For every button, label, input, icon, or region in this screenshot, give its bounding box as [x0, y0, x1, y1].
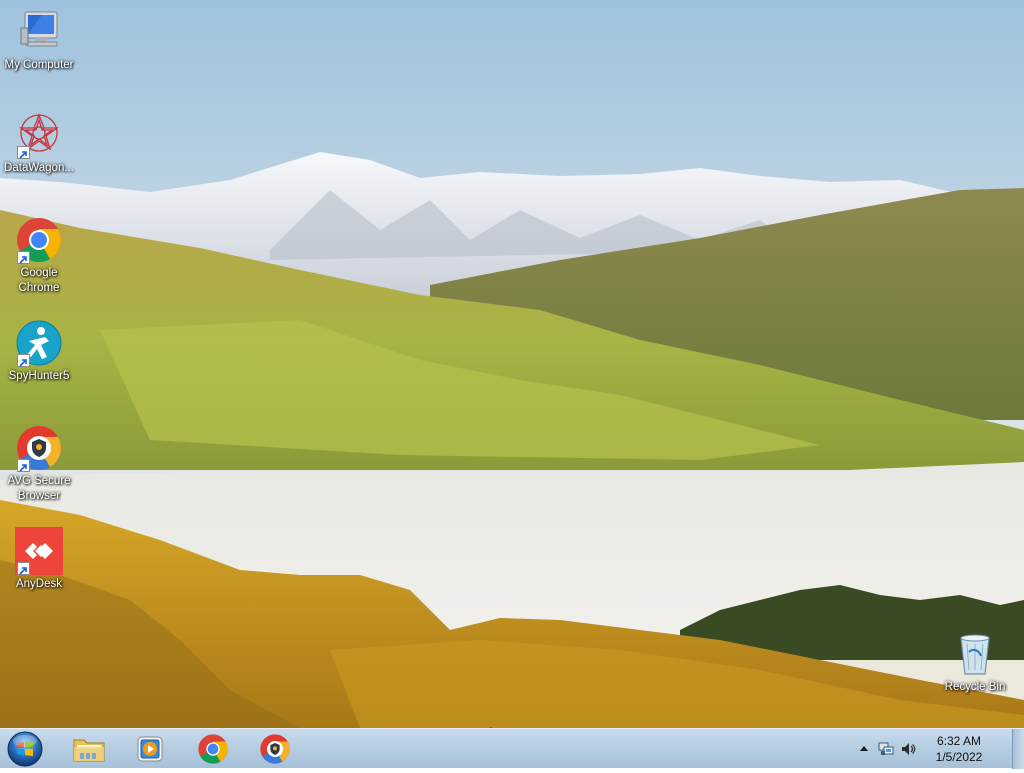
shortcut-arrow-icon	[17, 251, 30, 264]
desktop-icon-label: AVG Secure Browser	[7, 475, 71, 502]
show-desktop-button[interactable]	[1012, 729, 1024, 769]
taskbar-google-chrome-button[interactable]	[185, 731, 241, 767]
desktop[interactable]: My Computer DataWagon... Google Chrome S…	[0, 0, 1024, 728]
desktop-icon-label: Recycle Bin	[944, 681, 1006, 693]
windows-logo-icon	[7, 731, 43, 767]
anydesk-icon	[15, 527, 63, 575]
chevron-up-icon[interactable]	[856, 741, 872, 757]
media-player-icon	[137, 736, 163, 762]
desktop-icon-label: AnyDesk	[15, 578, 63, 590]
desktop-icon-avg-secure-browser[interactable]: AVG Secure Browser	[0, 424, 78, 504]
system-tray: 6:32 AM 1/5/2022	[850, 729, 1010, 769]
desktop-icon-label: My Computer	[4, 59, 74, 71]
desktop-icon-label: Google Chrome	[18, 267, 60, 294]
chrome-icon	[198, 734, 228, 764]
desktop-icon-spyhunter5[interactable]: SpyHunter5	[0, 319, 78, 384]
recycle-bin-icon	[951, 630, 999, 678]
desktop-icon-google-chrome[interactable]: Google Chrome	[0, 216, 78, 296]
clock[interactable]: 6:32 AM 1/5/2022	[924, 733, 994, 765]
spyhunter-icon	[15, 319, 63, 367]
avg-browser-icon	[260, 734, 290, 764]
wallpaper	[0, 0, 1024, 728]
shortcut-arrow-icon	[17, 146, 30, 159]
desktop-icon-label: SpyHunter5	[8, 370, 70, 382]
network-icon[interactable]	[878, 741, 894, 757]
shortcut-arrow-icon	[17, 562, 30, 575]
datawagon-icon	[15, 111, 63, 159]
taskbar-avg-secure-browser-button[interactable]	[247, 731, 303, 767]
desktop-icon-label: DataWagon...	[4, 162, 74, 174]
taskbar-windows-explorer-button[interactable]	[61, 731, 117, 767]
taskbar-media-player-button[interactable]	[122, 731, 178, 767]
desktop-icon-recycle-bin[interactable]: Recycle Bin	[936, 630, 1014, 695]
desktop-icon-my-computer[interactable]: My Computer	[0, 8, 78, 73]
computer-icon	[15, 8, 63, 56]
volume-icon[interactable]	[900, 741, 916, 757]
desktop-icon-anydesk[interactable]: AnyDesk	[0, 527, 78, 592]
chrome-icon	[15, 216, 63, 264]
avg-browser-icon	[15, 424, 63, 472]
shortcut-arrow-icon	[17, 354, 30, 367]
desktop-icon-datawagon[interactable]: DataWagon...	[0, 111, 78, 176]
shortcut-arrow-icon	[17, 459, 30, 472]
folder-icon	[73, 739, 105, 762]
clock-time: 6:32 AM	[936, 734, 982, 748]
start-button[interactable]	[4, 730, 46, 768]
clock-date: 1/5/2022	[935, 750, 983, 764]
taskbar: 6:32 AM 1/5/2022	[0, 728, 1024, 769]
